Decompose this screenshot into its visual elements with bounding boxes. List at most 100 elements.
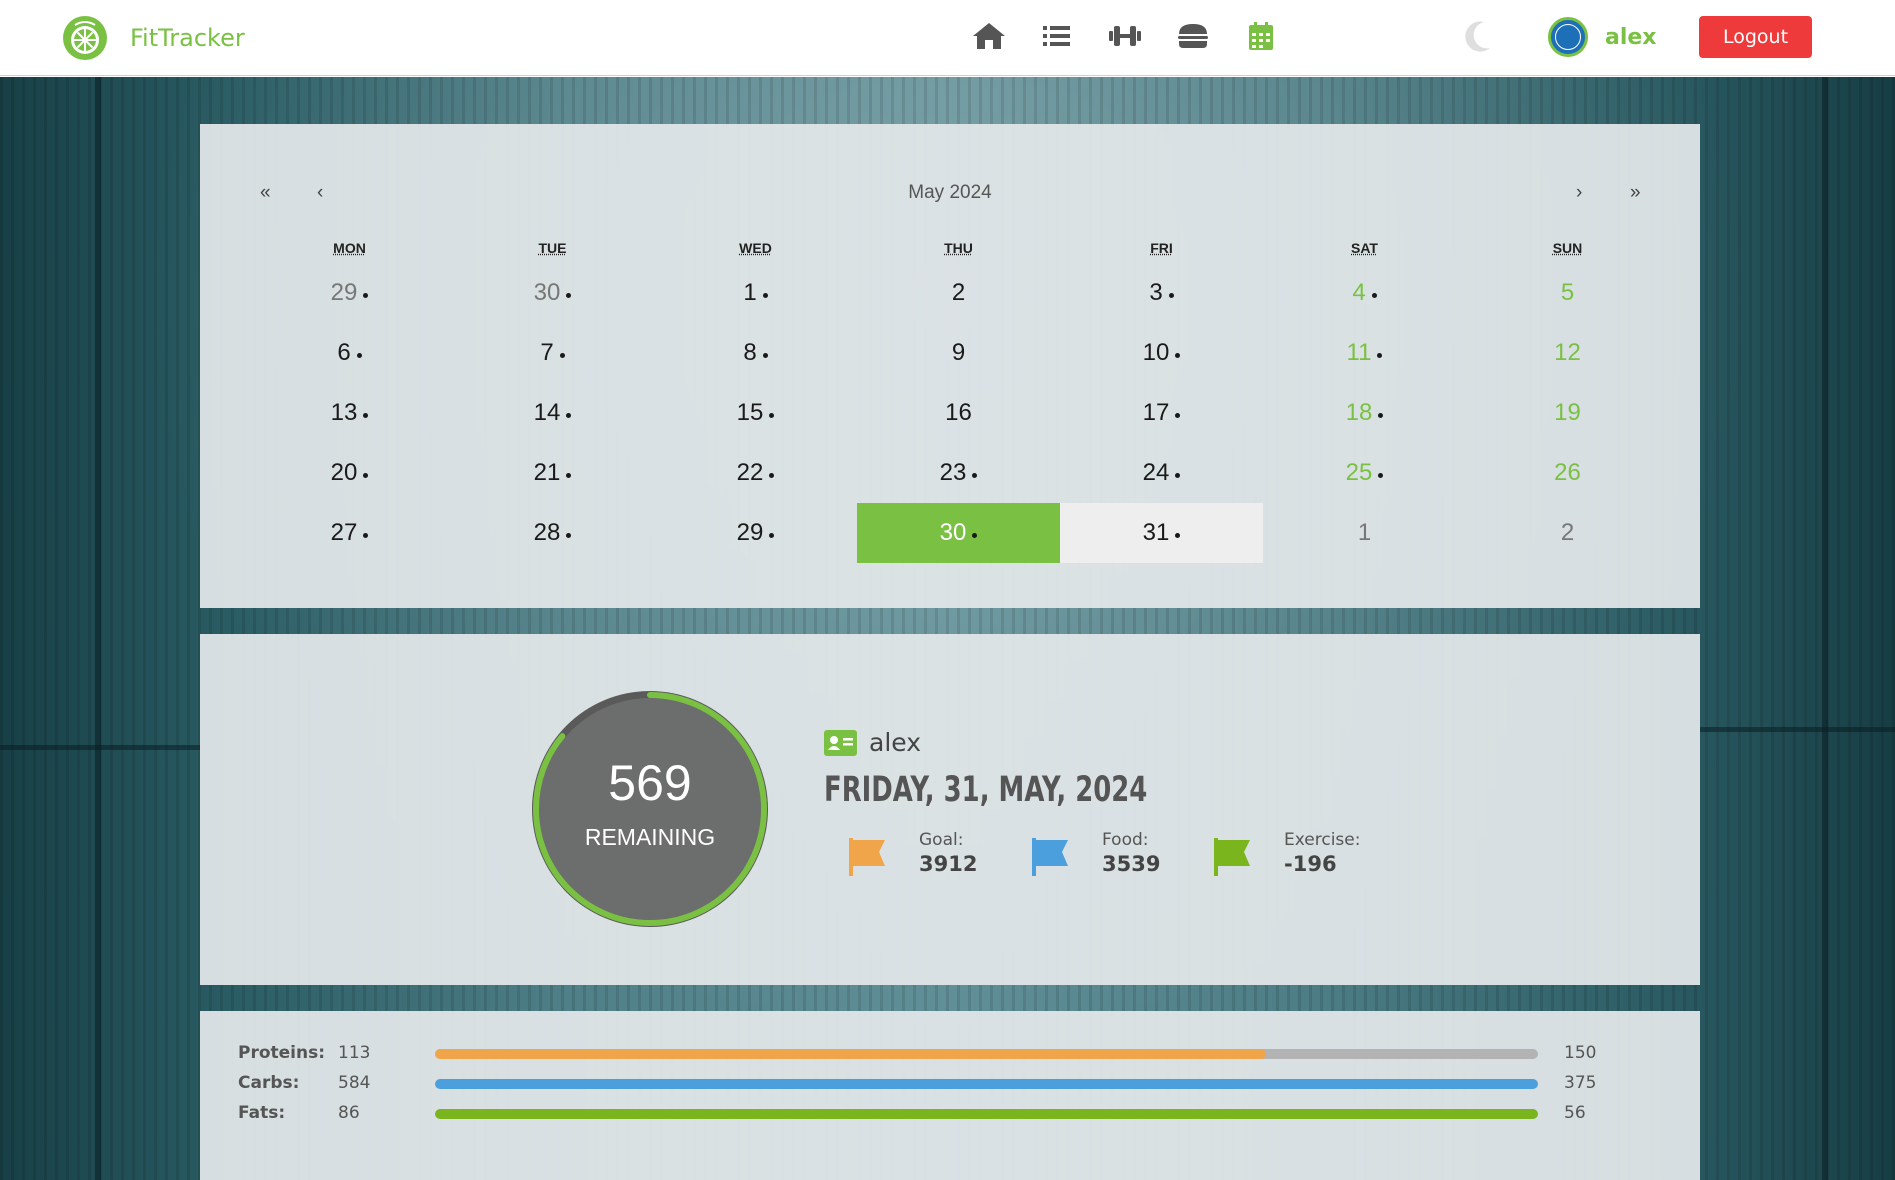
calendar-day-number: 22 — [736, 459, 764, 486]
entry-dot — [1378, 412, 1384, 418]
calendar-day-number: 10 — [1142, 339, 1170, 366]
calendar-day-number: 14 — [533, 399, 561, 426]
calendar-day[interactable]: 21 — [451, 443, 654, 503]
summary-panel: 569 REMAINING alex FRIDAY, 31, MAY, 2024… — [200, 634, 1700, 985]
calendar-title[interactable]: May 2024 — [200, 182, 1700, 204]
calendar-day[interactable]: 5 — [1466, 263, 1669, 323]
calendar-day[interactable]: 4 — [1263, 263, 1466, 323]
home-icon[interactable] — [955, 18, 1023, 54]
calendar-day-number: 1 — [1357, 519, 1372, 546]
calendar-day-number: 31 — [1142, 519, 1170, 546]
entry-dot — [566, 412, 572, 418]
stat-label: Goal: — [919, 830, 964, 850]
macros-panel: Proteins: 113 150 Carbs: 584 375 Fats: 8… — [200, 1011, 1700, 1180]
calendar-day[interactable]: 30 — [857, 503, 1060, 563]
calendar-day[interactable]: 31 — [1060, 503, 1263, 563]
calendar-day[interactable]: 12 — [1466, 323, 1669, 383]
brand-name: FitTracker — [130, 24, 245, 52]
stat-label: Exercise: — [1284, 830, 1361, 850]
calendar-day[interactable]: 13 — [248, 383, 451, 443]
calendar-day[interactable]: 11 — [1263, 323, 1466, 383]
macro-label: Fats: — [238, 1103, 286, 1123]
entry-dot — [1168, 292, 1174, 298]
entry-dot — [762, 292, 768, 298]
dumbbell-icon[interactable] — [1091, 18, 1159, 54]
calendar-day[interactable]: 2 — [857, 263, 1060, 323]
calendar-day-number: 30 — [939, 519, 967, 546]
next-month-button[interactable]: › — [1576, 182, 1582, 204]
calendar-day-number: 11 — [1346, 339, 1372, 366]
stat-value: -196 — [1284, 852, 1337, 876]
calendar-day[interactable]: 16 — [857, 383, 1060, 443]
calendar-day[interactable]: 17 — [1060, 383, 1263, 443]
calendar-day[interactable]: 1 — [1263, 503, 1466, 563]
calendar-day-number: 8 — [743, 339, 757, 366]
nav-username[interactable]: alex — [1605, 25, 1657, 50]
macro-label: Proteins: — [238, 1043, 326, 1063]
logout-button[interactable]: Logout — [1699, 16, 1812, 58]
calendar-day[interactable]: 19 — [1466, 383, 1669, 443]
calendar-day[interactable]: 3 — [1060, 263, 1263, 323]
macro-value: 113 — [338, 1043, 371, 1063]
macro-progress-bar — [435, 1049, 1538, 1059]
entry-dot — [762, 352, 768, 358]
next-year-button[interactable]: » — [1630, 182, 1641, 204]
calendar-day[interactable]: 14 — [451, 383, 654, 443]
calendar-day[interactable]: 29 — [248, 263, 451, 323]
calendar-day[interactable]: 23 — [857, 443, 1060, 503]
entry-dot — [972, 472, 978, 478]
entry-dot — [566, 532, 572, 538]
calendar-day[interactable]: 25 — [1263, 443, 1466, 503]
calendar-day[interactable]: 26 — [1466, 443, 1669, 503]
burger-icon[interactable] — [1159, 18, 1227, 54]
stat-label: Food: — [1102, 830, 1149, 850]
macro-row-carbs: Carbs: 584 375 — [238, 1069, 1658, 1099]
calendar-day-number: 20 — [330, 459, 358, 486]
navbar: FitTracker alex Logout — [0, 0, 1895, 76]
calendar-day[interactable]: 20 — [248, 443, 451, 503]
calendar-day[interactable]: 15 — [654, 383, 857, 443]
macro-progress-bar — [435, 1109, 1538, 1119]
calendar-day-number: 16 — [945, 399, 972, 426]
calendar-day[interactable]: 28 — [451, 503, 654, 563]
calendar-day[interactable]: 6 — [248, 323, 451, 383]
calendar-day[interactable]: 7 — [451, 323, 654, 383]
calendar-day[interactable]: 29 — [654, 503, 857, 563]
calendar-day-number: 3 — [1149, 279, 1163, 306]
calendar-day-number: 19 — [1554, 399, 1581, 426]
macro-progress-fill — [435, 1049, 1266, 1059]
calendar-day[interactable]: 10 — [1060, 323, 1263, 383]
calendar-grid: MON TUE WED THU FRI SAT SUN 29 30 1 2 3 4 5 6 7 8 9 10 11 12… — [248, 233, 1668, 563]
avatar[interactable] — [1548, 17, 1588, 57]
calendar-day[interactable]: 18 — [1263, 383, 1466, 443]
stat-food: Food: 3539 — [1030, 830, 1160, 878]
calendar-day[interactable]: 27 — [248, 503, 451, 563]
calendar-day[interactable]: 30 — [451, 263, 654, 323]
entry-dot — [566, 472, 572, 478]
list-icon[interactable] — [1023, 18, 1091, 54]
entry-dot — [1175, 472, 1181, 478]
calendar-day-number: 29 — [736, 519, 764, 546]
entry-dot — [363, 292, 369, 298]
moon-icon[interactable] — [1460, 18, 1494, 56]
remaining-label: REMAINING — [584, 824, 716, 850]
calendar-day-number: 2 — [951, 279, 966, 306]
entry-dot — [769, 472, 775, 478]
calendar-day[interactable]: 1 — [654, 263, 857, 323]
weekday-header: WED — [739, 240, 772, 256]
calendar-day[interactable]: 24 — [1060, 443, 1263, 503]
calendar-day[interactable]: 9 — [857, 323, 1060, 383]
stat-exercise: Exercise: -196 — [1212, 830, 1360, 878]
entry-dot — [769, 532, 775, 538]
macro-row-proteins: Proteins: 113 150 — [238, 1039, 1658, 1069]
entry-dot — [363, 532, 369, 538]
calendar-day[interactable]: 22 — [654, 443, 857, 503]
calendar-day[interactable]: 2 — [1466, 503, 1669, 563]
calendar-day-number: 13 — [330, 399, 358, 426]
calendar-day[interactable]: 8 — [654, 323, 857, 383]
entry-dot — [559, 352, 565, 358]
macro-goal: 56 — [1564, 1103, 1586, 1123]
brand[interactable]: FitTracker — [62, 14, 245, 62]
calendar-icon[interactable] — [1227, 18, 1295, 54]
macro-value: 86 — [338, 1103, 360, 1123]
